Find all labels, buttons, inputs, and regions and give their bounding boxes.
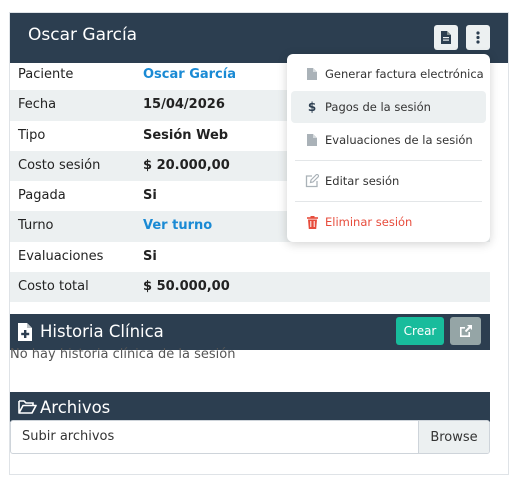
archivos-header: Archivos — [10, 392, 490, 422]
detail-value: Si — [143, 248, 157, 264]
menu-item-label: Eliminar sesión — [325, 215, 413, 229]
detail-value: Si — [143, 188, 157, 204]
section-title: Archivos — [40, 398, 111, 417]
open-external-button[interactable] — [450, 317, 481, 345]
detail-label: Evaluaciones — [18, 248, 104, 264]
folder-open-icon — [18, 400, 37, 414]
file-upload-placeholder: Subir archivos — [22, 429, 115, 444]
file-icon — [305, 67, 319, 81]
menu-item-pagos[interactable]: $ Pagos de la sesión — [291, 91, 486, 123]
options-dropdown-menu: Generar factura electrónica $ Pagos de l… — [287, 54, 490, 242]
menu-item-label: Generar factura electrónica — [325, 67, 484, 81]
invoice-button[interactable] — [434, 25, 458, 50]
historia-clinica-header: Historia Clínica Crear — [10, 314, 490, 350]
browse-button[interactable]: Browse — [418, 421, 489, 453]
file-upload-input[interactable]: Subir archivos Browse — [10, 420, 490, 454]
ver-turno-link[interactable]: Ver turno — [143, 218, 212, 233]
detail-value: Sesión Web — [143, 127, 229, 143]
kebab-menu-icon — [476, 31, 480, 44]
edit-icon — [305, 174, 319, 188]
file-medical-icon — [18, 323, 32, 341]
menu-divider — [295, 201, 482, 202]
menu-item-label: Editar sesión — [325, 174, 400, 188]
detail-label: Fecha — [18, 97, 57, 113]
patient-name-title: Oscar García — [28, 25, 138, 45]
crear-historia-button[interactable]: Crear — [396, 317, 444, 345]
file-icon — [305, 133, 319, 147]
detail-label: Paciente — [18, 67, 74, 82]
menu-item-label: Evaluaciones de la sesión — [325, 133, 473, 147]
detail-value: $ 50.000,00 — [143, 279, 230, 295]
detail-label: Costo sesión — [18, 157, 101, 173]
external-link-icon — [459, 325, 472, 337]
menu-item-editar[interactable]: Editar sesión — [291, 165, 486, 197]
detail-value: 15/04/2026 — [143, 97, 225, 113]
menu-item-generar-factura[interactable]: Generar factura electrónica — [291, 58, 486, 90]
trash-icon — [305, 215, 319, 229]
more-options-button[interactable] — [466, 25, 490, 50]
menu-divider — [295, 160, 482, 161]
historia-empty-message: No hay historia clínica de la sesión — [10, 347, 236, 362]
detail-label: Costo total — [18, 279, 89, 295]
detail-label: Turno — [18, 218, 54, 234]
menu-item-evaluaciones[interactable]: Evaluaciones de la sesión — [291, 124, 486, 156]
detail-row-costo-total: Costo total $ 50.000,00 — [10, 272, 490, 303]
menu-item-eliminar[interactable]: Eliminar sesión — [291, 206, 486, 238]
menu-item-label: Pagos de la sesión — [325, 100, 431, 114]
detail-label: Pagada — [18, 188, 66, 204]
detail-label: Tipo — [18, 127, 46, 143]
dollar-icon: $ — [307, 100, 317, 114]
section-title: Historia Clínica — [40, 322, 164, 341]
detail-value: $ 20.000,00 — [143, 157, 230, 173]
patient-link[interactable]: Oscar García — [143, 67, 236, 82]
file-invoice-icon — [441, 31, 451, 44]
detail-row-evaluaciones: Evaluaciones Si — [10, 242, 490, 272]
